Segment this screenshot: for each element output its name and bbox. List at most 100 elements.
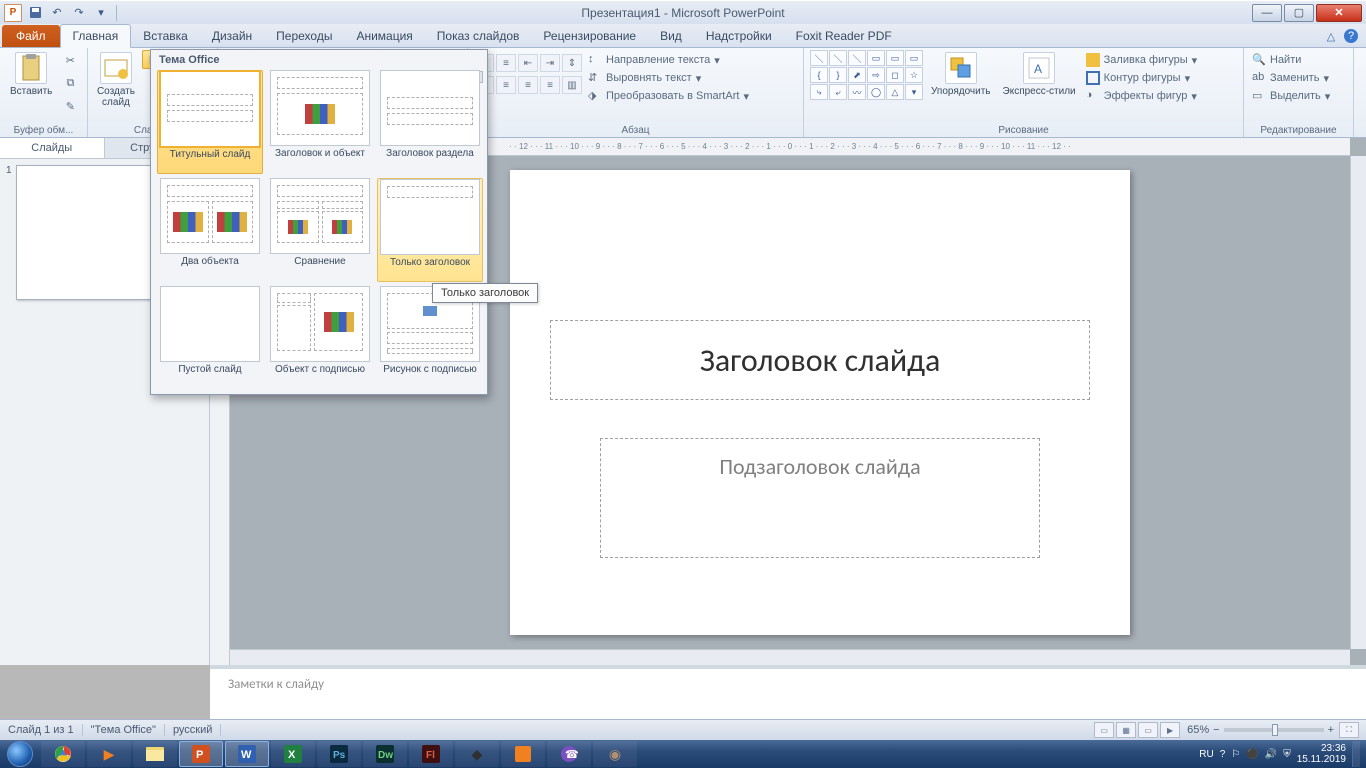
subtitle-placeholder[interactable]: Подзаголовок слайда bbox=[600, 438, 1040, 558]
tray-clock[interactable]: 23:36 15.11.2019 bbox=[1297, 743, 1346, 765]
tray-flag-icon[interactable]: ⚐ bbox=[1231, 749, 1240, 760]
tab-insert[interactable]: Вставка bbox=[131, 25, 200, 47]
tab-animation[interactable]: Анимация bbox=[344, 25, 424, 47]
shape-rect3-icon[interactable]: ▭ bbox=[905, 50, 923, 66]
shape-more-icon[interactable]: ▾ bbox=[905, 84, 923, 100]
shape-callout-icon[interactable]: ◻ bbox=[886, 67, 904, 83]
tab-home[interactable]: Главная bbox=[60, 24, 132, 48]
taskbar-word[interactable]: W bbox=[225, 741, 269, 767]
tab-transitions[interactable]: Переходы bbox=[264, 25, 344, 47]
layout-title-only[interactable]: Только заголовок bbox=[377, 178, 483, 282]
qat-customize-icon[interactable]: ▾ bbox=[92, 4, 110, 22]
tray-help-icon[interactable]: ? bbox=[1220, 749, 1226, 760]
layout-blank[interactable]: Пустой слайд bbox=[157, 286, 263, 386]
align-text-button[interactable]: ⇵Выровнять текст ▾ bbox=[586, 70, 751, 86]
layout-comparison[interactable]: Сравнение bbox=[267, 178, 373, 282]
format-painter-icon[interactable]: ✎ bbox=[60, 96, 80, 116]
nav-tab-slides[interactable]: Слайды bbox=[0, 138, 105, 158]
view-normal-icon[interactable]: ▭ bbox=[1094, 722, 1114, 738]
undo-icon[interactable]: ↶ bbox=[48, 4, 66, 22]
tab-addins[interactable]: Надстройки bbox=[694, 25, 784, 47]
replace-button[interactable]: abЗаменить ▾ bbox=[1250, 70, 1332, 86]
inc-indent-icon[interactable]: ⇥ bbox=[540, 54, 560, 72]
redo-icon[interactable]: ↷ bbox=[70, 4, 88, 22]
shape-line2-icon[interactable]: ＼ bbox=[829, 50, 847, 66]
tab-foxit[interactable]: Foxit Reader PDF bbox=[784, 25, 904, 47]
layout-content-caption[interactable]: Объект с подписью bbox=[267, 286, 373, 386]
shape-oval-icon[interactable]: ◯ bbox=[867, 84, 885, 100]
numbering-icon[interactable]: ≡ bbox=[496, 54, 516, 72]
taskbar-gimp[interactable]: ◉ bbox=[593, 741, 637, 767]
save-icon[interactable] bbox=[26, 4, 44, 22]
align-right-icon[interactable]: ≡ bbox=[518, 76, 538, 94]
layout-section-header[interactable]: Заголовок раздела bbox=[377, 70, 483, 174]
view-sorter-icon[interactable]: ▦ bbox=[1116, 722, 1136, 738]
shape-star-icon[interactable]: ☆ bbox=[905, 67, 923, 83]
to-smartart-button[interactable]: ⬗Преобразовать в SmartArt ▾ bbox=[586, 88, 751, 104]
layout-title-content[interactable]: Заголовок и объект bbox=[267, 70, 373, 174]
title-placeholder[interactable]: Заголовок слайда bbox=[550, 320, 1090, 400]
status-language[interactable]: русский bbox=[165, 724, 221, 736]
find-button[interactable]: 🔍Найти bbox=[1250, 52, 1332, 68]
show-desktop-button[interactable] bbox=[1352, 741, 1360, 767]
columns-icon[interactable]: ▥ bbox=[562, 76, 582, 94]
fit-to-window-icon[interactable]: ⛶ bbox=[1339, 722, 1359, 738]
taskbar-mediaplayer[interactable]: ▶ bbox=[87, 741, 131, 767]
shape-curve-icon[interactable]: 〰 bbox=[848, 84, 866, 100]
taskbar-viber[interactable]: ☎ bbox=[547, 741, 591, 767]
justify-icon[interactable]: ≡ bbox=[540, 76, 560, 94]
shape-brace-icon[interactable]: { bbox=[810, 67, 828, 83]
tray-lang[interactable]: RU bbox=[1199, 749, 1213, 760]
copy-icon[interactable]: ⧉ bbox=[60, 73, 80, 93]
taskbar-flash[interactable]: Fl bbox=[409, 741, 453, 767]
tray-network-icon[interactable]: ⚫ bbox=[1246, 749, 1258, 760]
taskbar-app-orange[interactable] bbox=[501, 741, 545, 767]
taskbar-chrome[interactable] bbox=[41, 741, 85, 767]
tray-shield-icon[interactable]: ⛨ bbox=[1283, 749, 1291, 760]
zoom-out-icon[interactable]: − bbox=[1213, 724, 1219, 736]
align-center-icon[interactable]: ≡ bbox=[496, 76, 516, 94]
shape-arrow-icon[interactable]: ⬈ bbox=[848, 67, 866, 83]
tray-volume-icon[interactable]: 🔊 bbox=[1265, 749, 1277, 760]
shape-outline-button[interactable]: Контур фигуры ▾ bbox=[1084, 70, 1200, 86]
help-icon[interactable]: ? bbox=[1344, 29, 1358, 43]
tab-slideshow[interactable]: Показ слайдов bbox=[425, 25, 532, 47]
taskbar-inkscape[interactable]: ◆ bbox=[455, 741, 499, 767]
taskbar-explorer[interactable] bbox=[133, 741, 177, 767]
new-slide-button[interactable]: Создать слайд bbox=[94, 50, 138, 110]
shape-conn2-icon[interactable]: ⤶ bbox=[829, 84, 847, 100]
view-reading-icon[interactable]: ▭ bbox=[1138, 722, 1158, 738]
minimize-ribbon-icon[interactable]: △ bbox=[1324, 29, 1338, 43]
line-spacing-icon[interactable]: ⇕ bbox=[562, 54, 582, 72]
zoom-in-icon[interactable]: + bbox=[1328, 724, 1334, 736]
cut-icon[interactable]: ✂ bbox=[60, 50, 80, 70]
shape-brace2-icon[interactable]: } bbox=[829, 67, 847, 83]
layout-two-content[interactable]: Два объекта bbox=[157, 178, 263, 282]
shape-tri-icon[interactable]: △ bbox=[886, 84, 904, 100]
paste-button[interactable]: Вставить bbox=[6, 50, 56, 99]
maximize-button[interactable]: ▢ bbox=[1284, 4, 1314, 22]
taskbar-excel[interactable]: X bbox=[271, 741, 315, 767]
shape-effects-button[interactable]: ◑Эффекты фигур ▾ bbox=[1084, 88, 1200, 104]
shape-arrow2-icon[interactable]: ⇨ bbox=[867, 67, 885, 83]
dec-indent-icon[interactable]: ⇤ bbox=[518, 54, 538, 72]
text-direction-button[interactable]: ↕Направление текста ▾ bbox=[586, 52, 751, 68]
file-tab[interactable]: Файл bbox=[2, 25, 60, 47]
vertical-scrollbar[interactable] bbox=[1350, 156, 1366, 649]
zoom-value[interactable]: 65% bbox=[1187, 724, 1209, 736]
tab-design[interactable]: Дизайн bbox=[200, 25, 264, 47]
select-button[interactable]: ▭Выделить ▾ bbox=[1250, 88, 1332, 104]
shape-conn-icon[interactable]: ⤷ bbox=[810, 84, 828, 100]
arrange-button[interactable]: Упорядочить bbox=[927, 50, 995, 99]
horizontal-scrollbar[interactable] bbox=[230, 649, 1350, 665]
shape-rect-icon[interactable]: ▭ bbox=[867, 50, 885, 66]
shape-fill-button[interactable]: Заливка фигуры ▾ bbox=[1084, 52, 1200, 68]
minimize-button[interactable]: — bbox=[1252, 4, 1282, 22]
slide-canvas[interactable]: Заголовок слайда Подзаголовок слайда bbox=[510, 170, 1130, 635]
tab-view[interactable]: Вид bbox=[648, 25, 694, 47]
notes-pane[interactable]: Заметки к слайду bbox=[210, 665, 1366, 719]
view-slideshow-icon[interactable]: ▶ bbox=[1160, 722, 1180, 738]
shape-line3-icon[interactable]: ＼ bbox=[848, 50, 866, 66]
shape-gallery[interactable]: ＼＼＼▭▭▭ {}⬈⇨◻☆ ⤷⤶〰◯△▾ bbox=[810, 50, 923, 100]
start-button[interactable] bbox=[0, 740, 40, 768]
